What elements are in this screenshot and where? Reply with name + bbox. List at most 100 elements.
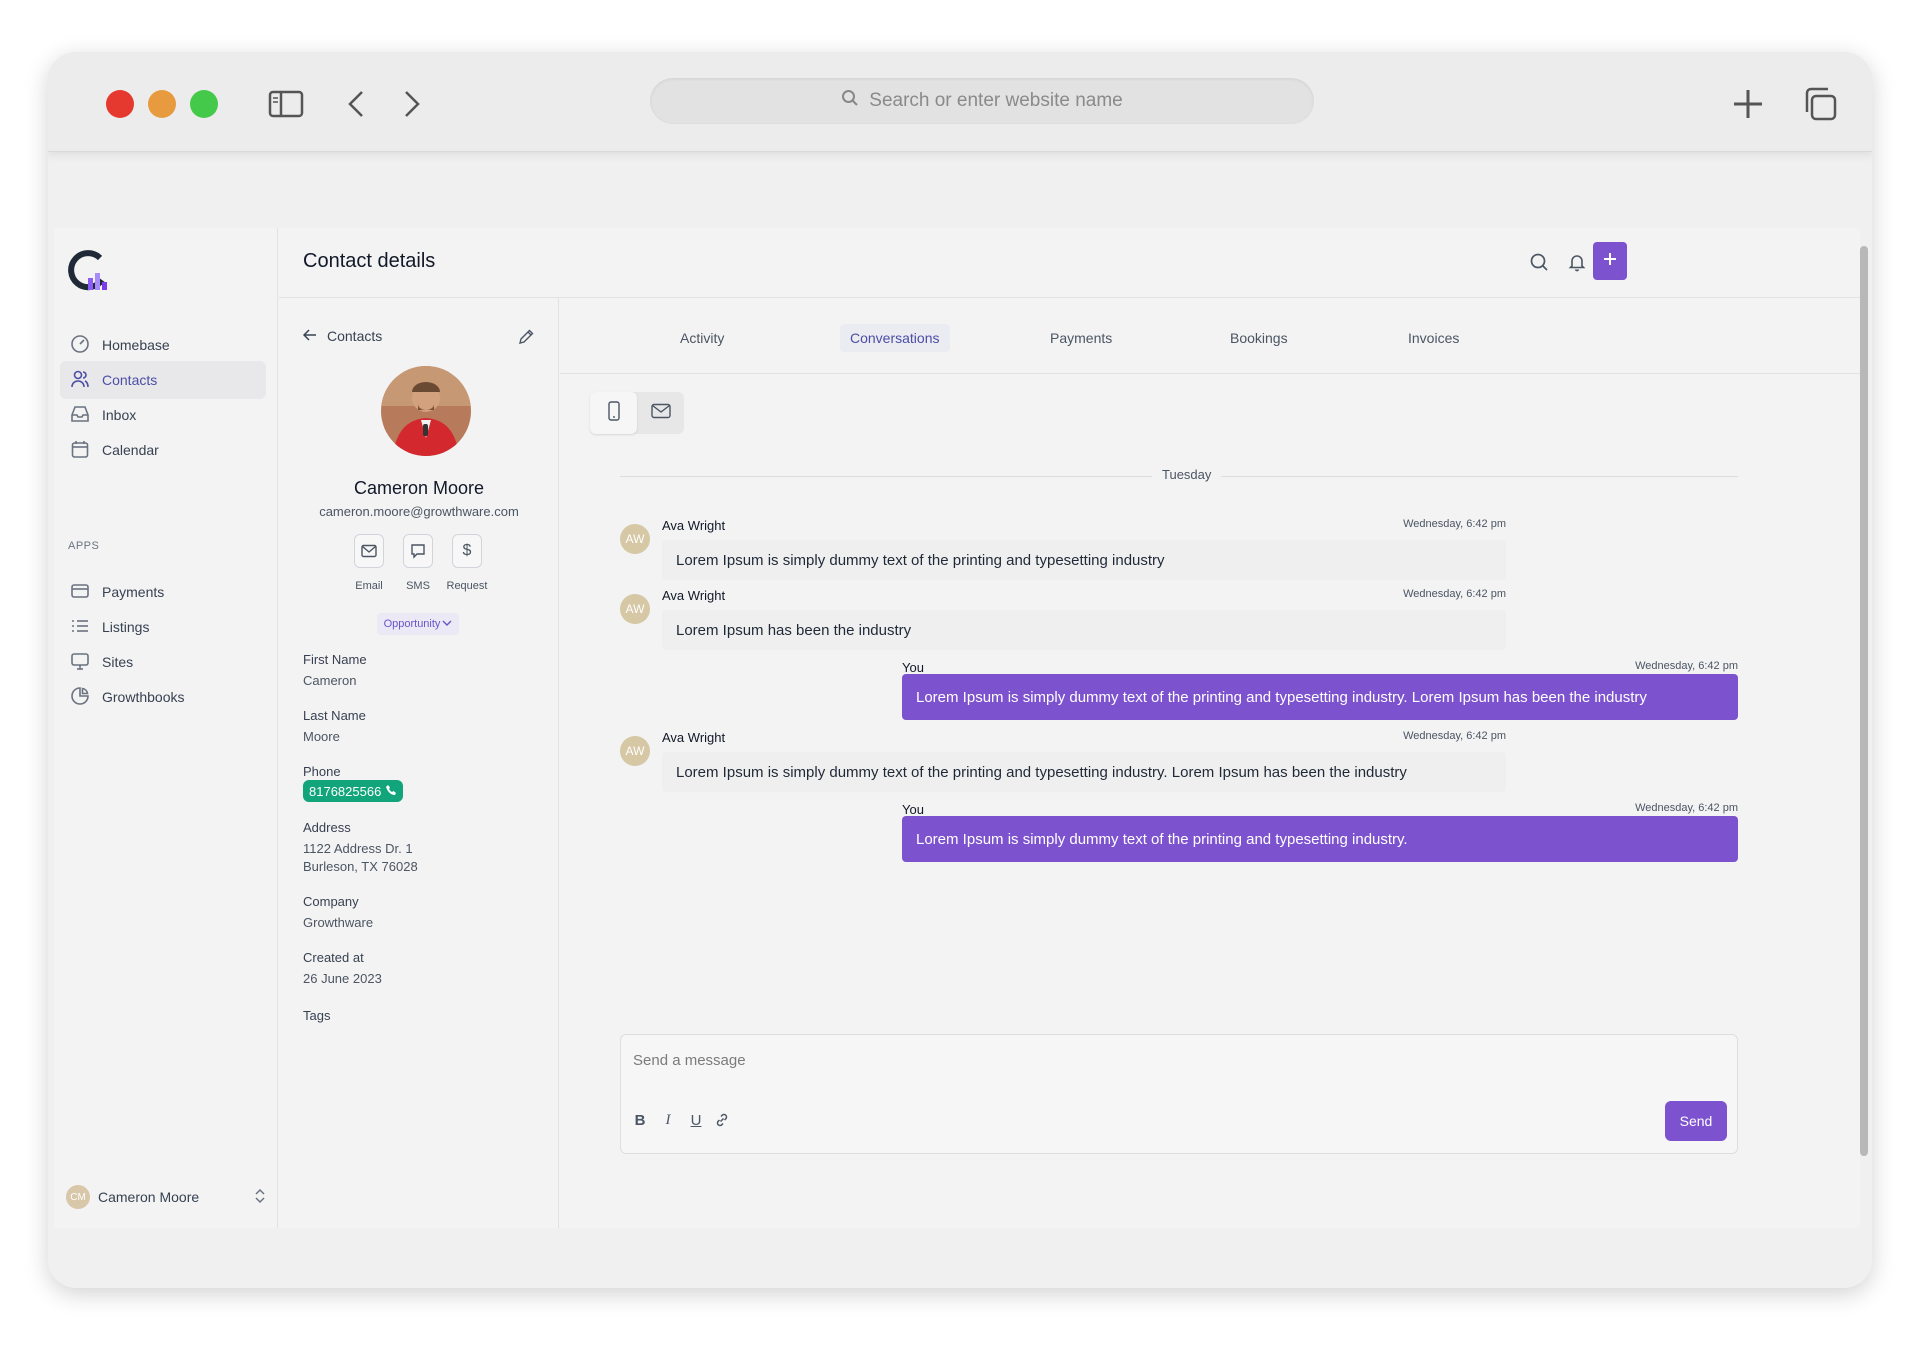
message-incoming: AW Ava Wright Wednesday, 6:42 pm Lorem I…	[620, 518, 1506, 582]
created-value: 26 June 2023	[303, 971, 382, 986]
chat-icon	[403, 534, 433, 568]
phone-icon	[385, 784, 397, 799]
request-action-label: Request	[446, 580, 488, 592]
forward-arrow-icon[interactable]	[392, 86, 432, 122]
sidebar-item-payments[interactable]: Payments	[60, 573, 266, 611]
pencil-icon[interactable]	[517, 328, 535, 351]
sidebar-item-label: Growthbooks	[102, 689, 185, 705]
link-icon[interactable]	[711, 1109, 733, 1131]
first-name-value: Cameron	[303, 673, 357, 688]
tab-payments[interactable]: Payments	[1040, 324, 1122, 352]
sidebar-item-calendar[interactable]: Calendar	[60, 431, 266, 469]
maximize-window-button[interactable]	[190, 90, 218, 118]
underline-button[interactable]: U	[685, 1109, 707, 1131]
phone-value: 8176825566	[309, 783, 382, 799]
sidebar-toggle-icon[interactable]	[266, 86, 306, 122]
browser-window: Search or enter website name Homebase Co…	[48, 52, 1872, 1288]
close-window-button[interactable]	[106, 90, 134, 118]
page-scrollbar[interactable]	[1858, 228, 1870, 1228]
list-icon	[70, 616, 90, 639]
tab-conversations[interactable]: Conversations	[840, 324, 950, 352]
created-label: Created at	[303, 950, 364, 965]
contact-profile-panel: Contacts Cameron Moore cameron.moore@gro…	[279, 298, 559, 1228]
arrow-left-icon	[302, 328, 317, 344]
sidebar-item-label: Sites	[102, 654, 134, 670]
address-bar[interactable]: Search or enter website name	[650, 78, 1314, 124]
message-incoming: AW Ava Wright Wednesday, 6:42 pm Lorem I…	[620, 730, 1506, 794]
message-text: Lorem Ipsum is simply dummy text of the …	[902, 674, 1738, 720]
contact-email: cameron.moore@growthware.com	[319, 504, 519, 519]
phone-chip[interactable]: 8176825566	[303, 780, 404, 802]
company-value: Growthware	[303, 915, 374, 930]
address-line2: Burleson, TX 76028	[303, 859, 418, 874]
tabs-overview-icon[interactable]	[1800, 86, 1840, 122]
user-switcher[interactable]: CM Cameron Moore	[66, 1182, 266, 1212]
sidebar-item-listings[interactable]: Listings	[60, 608, 266, 646]
tab-invoices[interactable]: Invoices	[1398, 324, 1469, 352]
mail-icon	[650, 403, 671, 424]
request-action[interactable]: $ Request	[437, 534, 497, 592]
minimize-window-button[interactable]	[148, 90, 176, 118]
monitor-icon	[70, 651, 90, 674]
message-sender: Ava Wright	[662, 518, 726, 533]
mobile-icon	[607, 400, 620, 426]
chevron-up-down-icon	[254, 1188, 266, 1207]
sidebar-item-inbox[interactable]: Inbox	[60, 396, 266, 434]
message-sender: Ava Wright	[662, 730, 726, 745]
add-button[interactable]	[1593, 242, 1627, 280]
email-channel-button[interactable]	[637, 392, 684, 434]
address-label: Address	[303, 820, 351, 835]
plus-icon	[1602, 251, 1618, 272]
back-label: Contacts	[327, 328, 383, 344]
card-icon	[70, 581, 90, 604]
sidebar-item-sites[interactable]: Sites	[60, 643, 266, 681]
mail-icon	[354, 534, 384, 568]
phone-channel-button[interactable]	[590, 392, 637, 434]
opportunity-dropdown[interactable]: Opportunity	[377, 613, 459, 635]
sidebar-item-label: Inbox	[102, 407, 137, 423]
send-button[interactable]: Send	[1665, 1101, 1727, 1141]
sidebar-item-label: Homebase	[102, 337, 170, 353]
browser-toolbar: Search or enter website name	[48, 52, 1872, 152]
message-time: Wednesday, 6:42 pm	[1635, 802, 1738, 814]
new-tab-icon[interactable]	[1728, 86, 1768, 122]
search-icon	[841, 89, 859, 113]
message-text: Lorem Ipsum has been the industry	[662, 610, 1506, 650]
bold-button[interactable]: B	[629, 1109, 651, 1131]
contact-name: Cameron Moore	[353, 478, 485, 498]
bell-icon[interactable]	[1563, 248, 1591, 276]
back-arrow-icon[interactable]	[336, 86, 376, 122]
app-root: Homebase Contacts Inbox Calendar APPS Pa…	[54, 228, 1860, 1228]
tab-bookings[interactable]: Bookings	[1220, 324, 1298, 352]
channel-toggle	[590, 392, 684, 434]
apps-section-label: APPS	[68, 540, 100, 552]
avatar: AW	[620, 524, 650, 554]
scrollbar-thumb[interactable]	[1860, 246, 1868, 1156]
growthware-logo[interactable]	[66, 248, 110, 298]
sidebar-item-label: Listings	[102, 619, 150, 635]
tab-activity[interactable]: Activity	[670, 324, 734, 352]
chart-icon	[70, 686, 90, 709]
message-time: Wednesday, 6:42 pm	[1403, 588, 1506, 600]
first-name-label: First Name	[303, 652, 367, 667]
day-label: Tuesday	[1152, 467, 1222, 482]
sidebar-item-label: Contacts	[102, 372, 158, 388]
message-sender: You	[902, 802, 924, 817]
italic-button[interactable]: I	[657, 1109, 679, 1131]
search-icon[interactable]	[1525, 248, 1553, 276]
message-sender: You	[902, 660, 924, 675]
sidebar-item-contacts[interactable]: Contacts	[60, 361, 266, 399]
message-input[interactable]	[633, 1047, 1633, 1073]
sidebar-item-growthbooks[interactable]: Growthbooks	[60, 678, 266, 716]
message-time: Wednesday, 6:42 pm	[1403, 518, 1506, 530]
page-title: Contact details	[303, 250, 436, 272]
dollar-icon: $	[452, 534, 482, 568]
back-to-contacts-link[interactable]: Contacts	[302, 328, 383, 344]
avatar: CM	[66, 1185, 90, 1209]
sidebar-item-label: Calendar	[102, 442, 159, 458]
avatar: AW	[620, 594, 650, 624]
message-outgoing: You Wednesday, 6:42 pm Lorem Ipsum is si…	[902, 802, 1738, 864]
gauge-icon	[70, 334, 90, 357]
page-header: Contact details	[279, 228, 1860, 298]
sidebar-item-homebase[interactable]: Homebase	[60, 326, 266, 364]
